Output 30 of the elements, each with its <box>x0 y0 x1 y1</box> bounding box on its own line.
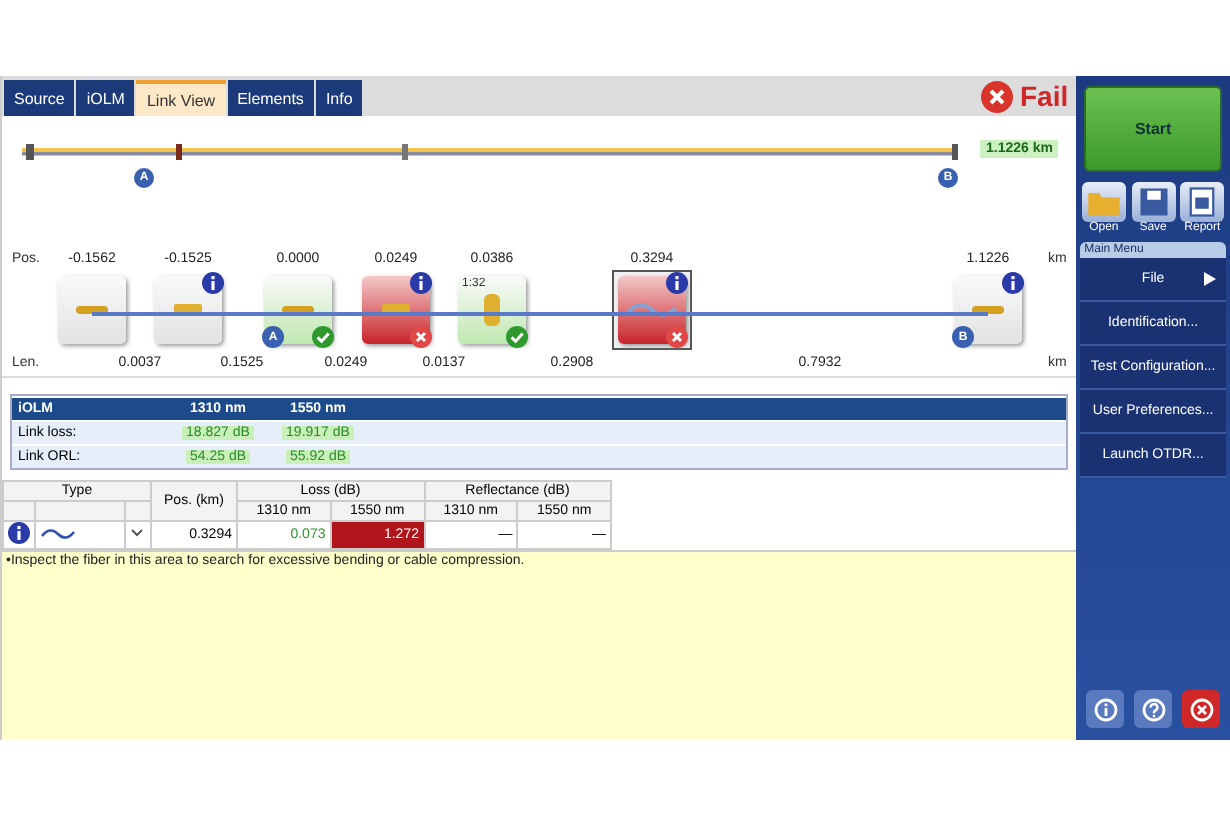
help-button[interactable] <box>1134 690 1173 728</box>
connector-icon <box>76 304 108 316</box>
bend-icon <box>626 300 678 320</box>
dropdown-icon[interactable] <box>130 528 144 538</box>
report-icon <box>1180 182 1225 222</box>
close-button[interactable] <box>1182 690 1221 728</box>
tab[interactable]: Source <box>4 80 75 116</box>
info-button[interactable] <box>1086 690 1125 728</box>
check-icon <box>312 326 334 348</box>
verdict-label: Fail <box>1020 80 1069 112</box>
help-icon <box>1141 697 1166 721</box>
folder-icon <box>1081 182 1126 222</box>
tab[interactable]: Link View <box>136 80 226 116</box>
link-element[interactable] <box>612 270 692 350</box>
fail-icon <box>666 326 688 348</box>
tab[interactable]: Elements <box>227 80 314 116</box>
link-element[interactable] <box>356 270 436 350</box>
connector-icon <box>282 304 314 316</box>
fail-icon <box>410 326 432 348</box>
info-icon <box>1093 697 1118 721</box>
check-icon <box>506 326 528 348</box>
connector-icon <box>972 304 1004 316</box>
save-icon <box>1131 182 1176 222</box>
link-element[interactable] <box>52 270 132 350</box>
tab[interactable]: iOLM <box>76 80 135 116</box>
bend-icon <box>40 525 76 541</box>
link-element[interactable] <box>148 270 228 350</box>
tab[interactable]: Info <box>315 80 363 116</box>
close-icon <box>1189 697 1214 721</box>
start-button[interactable]: Start <box>1084 86 1222 172</box>
